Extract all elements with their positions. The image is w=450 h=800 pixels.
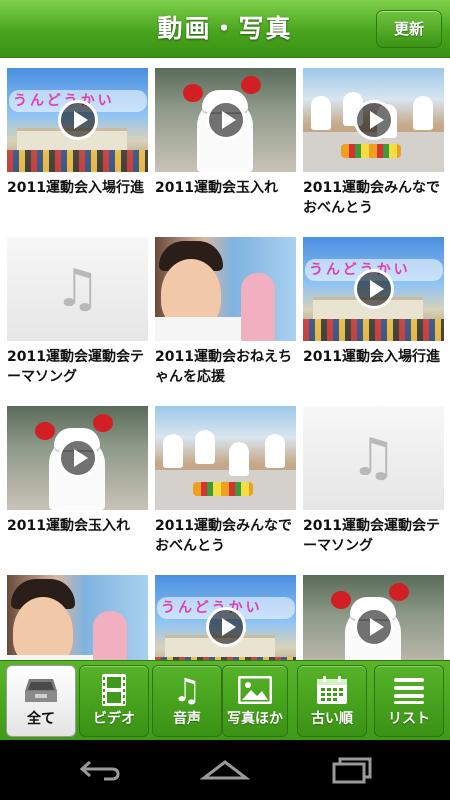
film-icon: [80, 672, 148, 708]
photo-thumbnail[interactable]: [7, 575, 148, 660]
tab-photos[interactable]: 写真ほか: [222, 665, 288, 737]
media-caption: 2011運動会運動会テーマソング: [303, 518, 440, 554]
media-caption: 2011運動会運動会テーマソング: [7, 349, 144, 385]
media-tile[interactable]: [7, 575, 148, 660]
tray-icon: [7, 672, 75, 708]
play-icon[interactable]: [353, 269, 394, 309]
back-icon[interactable]: [70, 752, 130, 788]
video-thumbnail[interactable]: [303, 68, 444, 172]
photo-thumbnail[interactable]: [155, 237, 296, 341]
tab-label: 写真ほか: [227, 711, 283, 727]
video-thumbnail[interactable]: うんどうかい: [155, 575, 296, 660]
child-face: [13, 597, 73, 660]
lunch-food: [193, 482, 253, 496]
crowd: [7, 150, 148, 172]
child-figure: [265, 434, 285, 468]
photo-thumbnail[interactable]: [155, 406, 296, 510]
child-figure: [311, 96, 331, 130]
filter-tab-bar: 全て ビデオ ♫ 音声 写真ほか 古い順 リスト: [0, 660, 450, 740]
red-ball: [331, 591, 351, 609]
list-view-button[interactable]: リスト: [374, 665, 444, 737]
play-icon[interactable]: [353, 607, 394, 647]
video-thumbnail[interactable]: [7, 406, 148, 510]
child-figure: [195, 430, 215, 464]
child-figure: [413, 96, 433, 130]
home-icon[interactable]: [195, 752, 255, 788]
tab-audio[interactable]: ♫ 音声: [152, 665, 222, 737]
red-ball: [389, 583, 409, 601]
music-note-icon: ♫: [350, 428, 397, 488]
video-thumbnail[interactable]: うんどうかい: [7, 68, 148, 172]
media-tile[interactable]: ♫ 2011運動会運動会テーマソング: [7, 237, 148, 387]
tab-video[interactable]: ビデオ: [79, 665, 149, 737]
red-ball: [241, 76, 261, 94]
media-caption: 2011運動会玉入れ: [7, 518, 130, 534]
media-tile[interactable]: 2011運動会玉入れ: [7, 406, 148, 536]
calendar-icon: [298, 672, 366, 708]
system-nav-bar: [0, 740, 450, 800]
app-header: 動画・写真 更新: [0, 0, 450, 58]
red-ball: [183, 84, 203, 102]
media-caption: 2011運動会おねえちゃんを応援: [155, 349, 292, 385]
video-thumbnail[interactable]: うんどうかい: [303, 237, 444, 341]
media-caption: 2011運動会入場行進: [7, 180, 144, 196]
sister-figure: [93, 611, 127, 660]
media-caption: 2011運動会みんなでおべんとう: [155, 518, 292, 554]
picture-icon: [223, 672, 287, 708]
child-figure: [163, 434, 183, 468]
red-ball: [35, 422, 55, 440]
tab-label: ビデオ: [93, 711, 135, 727]
media-grid: うんどうかい 2011運動会入場行進 2011運動会玉入れ 2011運動会みんな…: [0, 58, 450, 660]
video-thumbnail[interactable]: [303, 575, 444, 660]
recents-icon[interactable]: [322, 752, 382, 788]
sister-figure: [241, 273, 275, 341]
refresh-button[interactable]: 更新: [376, 10, 442, 48]
media-tile[interactable]: 2011運動会玉入れ: [155, 68, 296, 198]
list-icon: [375, 672, 443, 708]
music-note-icon: ♫: [172, 671, 202, 709]
play-icon[interactable]: [353, 100, 394, 140]
music-note-icon: ♫: [54, 259, 101, 319]
play-icon[interactable]: [57, 438, 98, 478]
media-tile[interactable]: 2011運動会みんなでおべんとう: [155, 406, 296, 556]
media-tile[interactable]: うんどうかい 2011運動会入場行進: [7, 68, 148, 198]
red-ball: [93, 414, 113, 432]
media-tile[interactable]: ♫ 2011運動会運動会テーマソング: [303, 406, 444, 556]
media-tile[interactable]: 2011運動会おねえちゃんを応援: [155, 237, 296, 387]
tab-all[interactable]: 全て: [6, 665, 76, 737]
media-tile[interactable]: [303, 575, 444, 660]
media-caption: 2011運動会入場行進: [303, 349, 440, 365]
tab-label: リスト: [388, 711, 430, 727]
lunch-food: [341, 144, 401, 158]
tab-label: 古い順: [311, 711, 353, 727]
play-icon[interactable]: [57, 100, 98, 140]
child-figure: [229, 442, 249, 476]
tab-label: 全て: [27, 711, 55, 727]
video-thumbnail[interactable]: [155, 68, 296, 172]
media-tile[interactable]: うんどうかい: [155, 575, 296, 660]
media-tile[interactable]: うんどうかい 2011運動会入場行進: [303, 237, 444, 367]
sort-oldest-button[interactable]: 古い順: [297, 665, 367, 737]
audio-thumbnail[interactable]: ♫: [303, 406, 444, 510]
crowd: [303, 319, 444, 341]
media-tile[interactable]: 2011運動会みんなでおべんとう: [303, 68, 444, 218]
play-icon[interactable]: [205, 607, 246, 647]
audio-thumbnail[interactable]: ♫: [7, 237, 148, 341]
media-caption: 2011運動会みんなでおべんとう: [303, 180, 440, 216]
media-caption: 2011運動会玉入れ: [155, 180, 278, 196]
tab-label: 音声: [173, 711, 201, 727]
play-icon[interactable]: [205, 100, 246, 140]
